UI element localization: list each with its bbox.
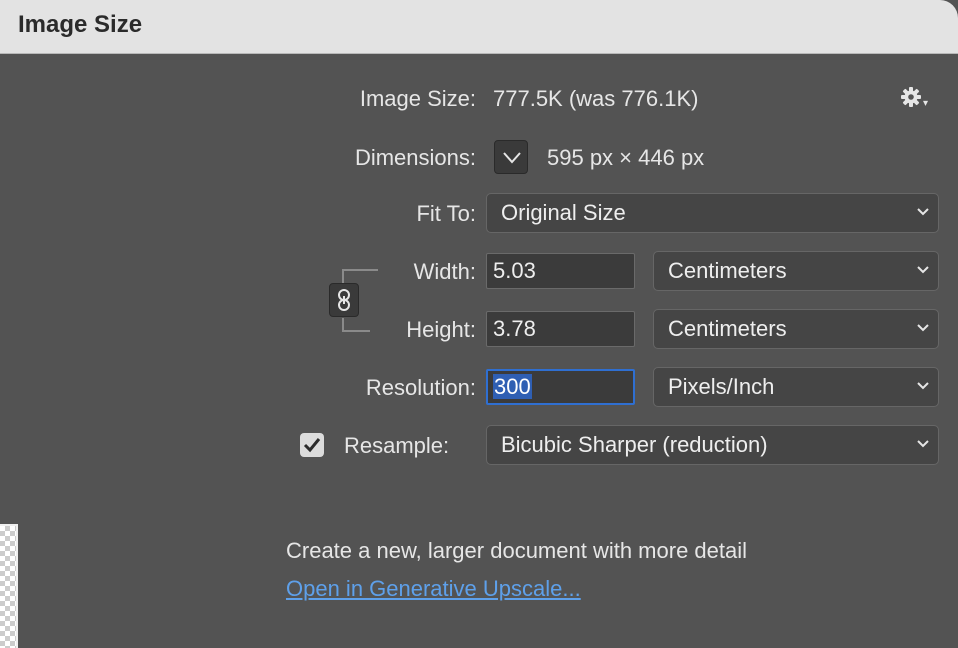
dimensions-value: 595 px × 446 px [547, 145, 705, 170]
upscale-description: Create a new, larger document with more … [286, 538, 748, 563]
generative-upscale-link[interactable]: Open in Generative Upscale... [286, 576, 581, 602]
gear-icon[interactable]: ▾ [900, 86, 934, 110]
fit-to-select[interactable]: Original Size [486, 193, 939, 233]
resolution-label: Resolution: [365, 375, 476, 400]
image-size-value: 777.5K (was 776.1K) [493, 86, 699, 111]
resolution-unit-value: Pixels/Inch [668, 374, 775, 399]
height-label: Height: [406, 317, 476, 342]
resample-method-value: Bicubic Sharper (reduction) [501, 432, 768, 457]
resample-checkbox[interactable] [300, 433, 324, 457]
width-label: Width: [413, 259, 476, 284]
chevron-down-icon [917, 208, 929, 216]
chevron-down-icon [917, 324, 929, 332]
chevron-down-icon [917, 266, 929, 274]
dimensions-label: Dimensions: [354, 145, 476, 170]
height-unit-value: Centimeters [668, 316, 787, 341]
height-unit-select[interactable]: Centimeters [653, 309, 939, 349]
resolution-unit-select[interactable]: Pixels/Inch [653, 367, 939, 407]
fit-to-value: Original Size [501, 200, 626, 225]
window-title: Image Size [18, 11, 143, 38]
constrain-bracket-bottom [342, 318, 370, 332]
chain-link-icon [338, 289, 350, 311]
width-unit-value: Centimeters [668, 258, 787, 283]
image-preview[interactable] [0, 524, 18, 648]
chevron-down-icon [917, 382, 929, 390]
checkmark-icon [303, 438, 321, 453]
width-input[interactable]: 5.03 [486, 253, 635, 289]
constrain-proportions-button[interactable] [329, 283, 359, 317]
width-unit-select[interactable]: Centimeters [653, 251, 939, 291]
title-bar: Image Size [0, 0, 958, 54]
resolution-value: 300 [493, 374, 532, 399]
resample-label: Resample: [344, 433, 450, 458]
gear-menu-caret-icon: ▾ [923, 98, 929, 109]
chevron-down-icon [503, 152, 521, 164]
resample-method-select[interactable]: Bicubic Sharper (reduction) [486, 425, 939, 465]
fit-to-label: Fit To: [416, 201, 476, 226]
chevron-down-icon [917, 440, 929, 448]
dimensions-dropdown-button[interactable] [494, 140, 528, 174]
image-size-label: Image Size: [359, 86, 476, 111]
constrain-bracket-top [342, 269, 378, 283]
height-input[interactable]: 3.78 [486, 311, 635, 347]
resolution-input[interactable]: 300 [486, 369, 635, 405]
